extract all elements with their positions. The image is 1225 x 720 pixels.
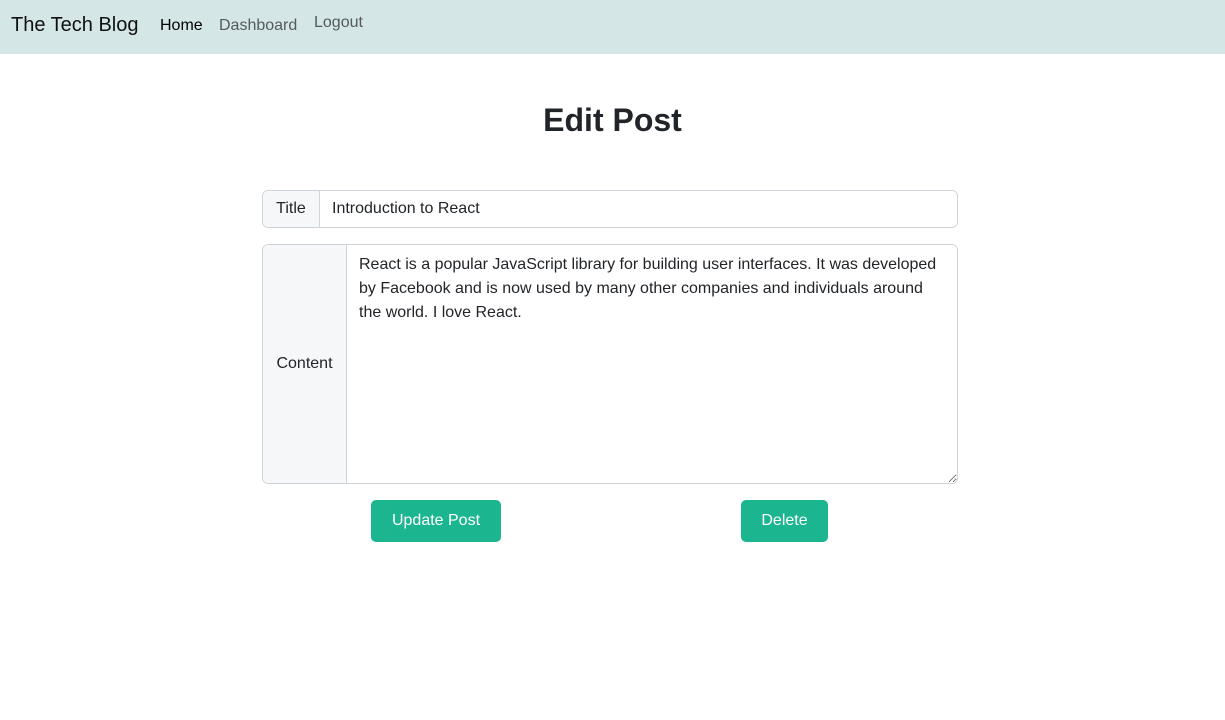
page-title: Edit Post [543,102,682,138]
title-input[interactable] [320,191,957,227]
logout-button[interactable]: Logout [314,14,363,32]
brand-link[interactable]: The Tech Blog [11,14,139,37]
nav-link-home[interactable]: Home [160,17,203,35]
nav-link-dashboard[interactable]: Dashboard [219,17,297,35]
delete-button[interactable]: Delete [741,500,828,542]
update-post-button[interactable]: Update Post [371,500,501,542]
title-label: Title [263,191,320,227]
title-input-group: Title [262,190,958,228]
content-input-group: Content React is a popular JavaScript li… [262,244,958,484]
content-textarea[interactable]: React is a popular JavaScript library fo… [347,245,957,483]
content-label: Content [263,245,347,483]
navbar: The Tech Blog Home Dashboard Logout [0,0,1225,54]
